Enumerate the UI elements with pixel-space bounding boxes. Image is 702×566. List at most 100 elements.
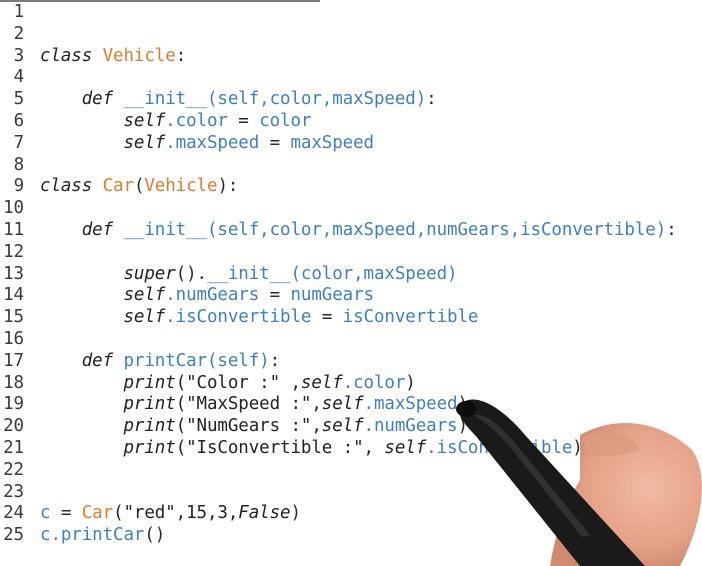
code-line[interactable]: 8 <box>0 155 25 177</box>
code-line[interactable]: 22 <box>0 460 24 482</box>
code-line[interactable]: 4 <box>0 67 25 89</box>
code-token: .printCar <box>50 525 145 546</box>
line-number: 7 <box>13 132 25 153</box>
line-number: 4 <box>13 67 25 88</box>
line-number: 13 <box>3 263 24 284</box>
code-token: print <box>123 438 176 458</box>
line-number: 11 <box>3 220 24 240</box>
code-line[interactable]: 12 <box>0 242 24 264</box>
code-line[interactable]: 18 print("Color :" ,self.color) <box>0 372 416 395</box>
code-line[interactable]: 16 <box>0 329 24 351</box>
line-number: 18 <box>3 372 24 393</box>
code-line[interactable]: 3 class Vehicle: <box>0 45 187 68</box>
line-number: 2 <box>13 23 25 44</box>
code-token: : <box>666 220 677 240</box>
code-token: color <box>259 111 312 131</box>
code-line[interactable]: 20 print("NumGears :",self.numGears) <box>0 416 468 438</box>
line-number: 16 <box>3 329 24 349</box>
pen-tip <box>456 401 476 417</box>
code-text: def __init__(self,color,maxSpeed,numGear… <box>40 220 677 242</box>
code-line[interactable]: 5 def __init__(self,color,maxSpeed): <box>0 89 437 111</box>
code-token: ("Color :" , <box>175 372 301 393</box>
code-token: ( <box>133 176 145 197</box>
code-token: self <box>321 394 364 415</box>
line-number: 12 <box>3 241 24 262</box>
code-token: ("red",15,3, <box>113 503 239 524</box>
code-line[interactable]: 21 print("IsConvertible :", self.isConve… <box>0 438 583 460</box>
code-token: printCar <box>123 350 208 371</box>
line-number: 15 <box>3 307 24 328</box>
code-token: self <box>300 372 343 393</box>
line-number: 3 <box>13 45 25 66</box>
code-line[interactable]: 1 <box>0 2 25 24</box>
code-token: .isConvertible <box>165 307 312 328</box>
code-token: c <box>40 525 51 546</box>
code-line[interactable]: 23 <box>0 482 24 504</box>
code-line[interactable]: 13 super().__init__(color,maxSpeed) <box>0 263 457 286</box>
code-token: (self,color,maxSpeed,numGears,isConverti… <box>207 220 667 240</box>
code-token: self <box>384 438 427 458</box>
code-token: self <box>123 111 166 131</box>
code-token: .color <box>165 111 228 131</box>
code-line[interactable]: 14 self.numGears = numGears <box>0 285 374 307</box>
code-line[interactable]: 24 c = Car("red",15,3,False) <box>0 503 301 525</box>
code-token: .numGears <box>165 285 260 306</box>
code-token: Car <box>102 176 134 197</box>
code-line[interactable]: 17 def printCar(self): <box>0 350 280 373</box>
code-token: Vehicle <box>144 176 218 197</box>
code-token: print <box>123 416 176 437</box>
code-token: self <box>123 132 166 153</box>
code-token: def <box>81 220 114 240</box>
code-token: False <box>238 503 291 524</box>
code-text: self.isConvertible = isConvertible <box>40 307 479 329</box>
line-number: 23 <box>3 481 24 502</box>
line-number: 21 <box>3 438 24 458</box>
code-token: maxSpeed <box>290 132 375 153</box>
line-number: 14 <box>3 285 24 306</box>
line-number: 19 <box>3 394 24 415</box>
code-token: ): <box>217 176 239 197</box>
code-token: print <box>123 394 176 415</box>
code-line[interactable]: 19 print("MaxSpeed :",self.maxSpeed) <box>0 394 468 416</box>
code-token: class <box>40 45 93 66</box>
code-token: () <box>144 525 166 546</box>
line-number: 10 <box>3 198 24 219</box>
code-text: class Car(Vehicle): <box>40 176 238 198</box>
code-text: print("MaxSpeed :",self.maxSpeed) <box>40 394 469 416</box>
code-token: ) <box>290 503 301 524</box>
stylus-hand-icon <box>456 399 702 566</box>
code-line[interactable]: 25 c.printCar() <box>0 525 165 547</box>
line-number: 6 <box>13 111 25 131</box>
code-token: = <box>259 132 291 153</box>
code-token: (). <box>175 263 207 284</box>
code-line[interactable]: 6 self.color = color <box>0 111 312 133</box>
code-text: def printCar(self): <box>40 351 280 373</box>
code-line[interactable]: 11 def __init__(self,color,maxSpeed,numG… <box>0 220 677 242</box>
code-line[interactable]: 10 <box>0 198 24 220</box>
code-token: Vehicle <box>102 45 176 66</box>
code-line[interactable]: 7 self.maxSpeed = maxSpeed <box>0 132 375 155</box>
code-line[interactable]: 2 <box>0 23 25 46</box>
line-number: 17 <box>3 350 24 371</box>
code-line[interactable]: 9 class Car(Vehicle): <box>0 176 239 198</box>
code-token: c <box>40 503 51 524</box>
code-text: self.color = color <box>40 111 312 133</box>
code-token: def <box>81 350 114 371</box>
code-token: = <box>311 307 343 328</box>
code-line[interactable]: 15 self.isConvertible = isConvertible <box>0 307 478 329</box>
code-token: class <box>40 176 93 197</box>
code-token: = <box>259 285 291 306</box>
code-text: super().__init__(color,maxSpeed) <box>40 263 458 286</box>
line-number: 9 <box>13 176 25 197</box>
